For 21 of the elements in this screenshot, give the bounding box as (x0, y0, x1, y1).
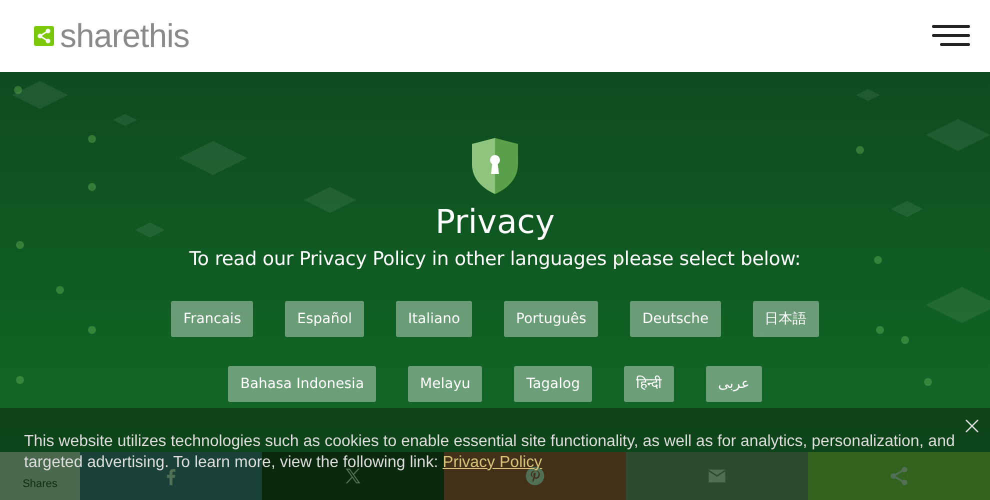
shield-keyhole-icon (472, 138, 518, 194)
cookie-notice-text-dialog: This website utilizes technologies such as cookies to enable essential site functionality, as well as for analytics, personalization, and targeted advertising. To learn more, view the following link: Privacy Policy (24, 431, 960, 473)
language-button[interactable]: Tagalog (514, 366, 592, 402)
language-button[interactable]: Francais (171, 301, 254, 337)
privacy-policy-link[interactable]: Privacy Policy (442, 454, 542, 471)
close-icon[interactable] (965, 419, 979, 433)
language-button[interactable]: Português (504, 301, 598, 337)
language-button[interactable]: Bahasa Indonesia (228, 366, 376, 402)
language-button[interactable]: Melayu (408, 366, 482, 402)
page-title: Privacy (435, 202, 555, 242)
subtitle: To read our Privacy Policy in other languages please select below: (189, 247, 801, 272)
share-count-label: Shares (22, 478, 58, 491)
menu-icon[interactable] (932, 25, 970, 47)
logo-text: sharethis (60, 17, 190, 55)
language-button[interactable]: 日本語 (752, 301, 819, 337)
language-button[interactable]: Italiano (396, 301, 472, 337)
language-button[interactable]: हिन्दी (624, 366, 674, 402)
language-button[interactable]: Deutsche (630, 301, 721, 337)
language-button[interactable]: عربى (706, 366, 762, 402)
language-button[interactable]: Español (285, 301, 364, 337)
share-logo-icon (34, 26, 54, 46)
